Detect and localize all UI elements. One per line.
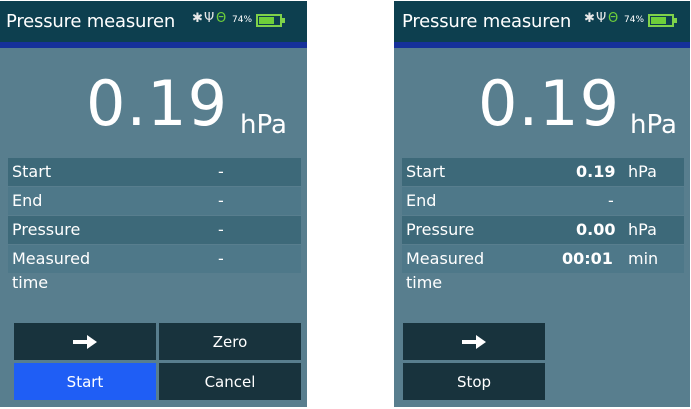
screen-title: Pressure measuren — [6, 11, 176, 32]
row-pressure: Pressure - — [8, 216, 301, 244]
row-start: Start 0.19 hPa — [402, 158, 684, 186]
row-label: Pressure — [406, 220, 475, 239]
row-start: Start - — [8, 158, 301, 186]
title-bar: Pressure measuren ✱ Ψ Θ 74% — [394, 1, 690, 48]
battery-fill — [651, 17, 666, 24]
cancel-button[interactable]: Cancel — [159, 363, 301, 400]
row-value: - — [218, 191, 224, 210]
row-unit: min — [628, 249, 659, 268]
screen-title: Pressure measuren — [402, 11, 572, 32]
row-unit: hPa — [628, 162, 657, 181]
row-value: - — [218, 249, 224, 268]
row-label: Measured — [12, 249, 91, 268]
usb-icon: Ψ — [204, 11, 215, 26]
usb-icon: Ψ — [596, 11, 607, 26]
battery-icon — [648, 14, 677, 27]
pressure-unit: hPa — [630, 110, 677, 140]
device-screen-idle: Pressure measuren ✱ Ψ Θ 74% 0.19 hPa Sta… — [0, 1, 307, 407]
charging-plug-icon: Θ — [216, 11, 227, 26]
row-unit: hPa — [628, 220, 657, 239]
row-measured-time: Measured - — [8, 245, 301, 273]
zero-button[interactable]: Zero — [159, 323, 301, 360]
device-screen-measuring: Pressure measuren ✱ Ψ Θ 74% 0.19 hPa Sta… — [394, 1, 690, 407]
row-measured-time: Measured 00:01 min — [402, 245, 684, 273]
row-value: - — [608, 191, 614, 210]
battery-fill — [259, 17, 274, 24]
bluetooth-icon: ✱ — [192, 11, 203, 26]
row-label-continuation: time — [12, 273, 49, 292]
row-label-continuation: time — [406, 273, 443, 292]
pressure-reading: 0.19 — [478, 67, 621, 140]
battery-percent: 74% — [232, 15, 253, 25]
next-arrow-button[interactable] — [403, 323, 545, 360]
next-arrow-button[interactable] — [14, 323, 156, 360]
row-end: End - — [402, 187, 684, 215]
row-label: Start — [406, 162, 446, 181]
battery-icon — [256, 14, 285, 27]
row-value: 0.00 — [576, 220, 616, 239]
pressure-unit: hPa — [240, 110, 287, 140]
row-label: End — [12, 191, 43, 210]
title-bar: Pressure measuren ✱ Ψ Θ 74% — [0, 1, 307, 48]
row-pressure: Pressure 0.00 hPa — [402, 216, 684, 244]
pressure-reading: 0.19 — [86, 67, 229, 140]
title-accent-bar — [0, 42, 307, 48]
charging-plug-icon: Θ — [608, 11, 619, 26]
row-label: Start — [12, 162, 52, 181]
stop-button[interactable]: Stop — [403, 363, 545, 400]
arrow-right-icon — [462, 334, 486, 349]
row-label: Pressure — [12, 220, 81, 239]
row-value: 00:01 — [562, 249, 613, 268]
arrow-right-icon — [73, 334, 97, 349]
bluetooth-icon: ✱ — [584, 11, 595, 26]
row-end: End - — [8, 187, 301, 215]
title-accent-bar — [394, 42, 690, 48]
row-value: - — [218, 220, 224, 239]
row-label: End — [406, 191, 437, 210]
row-value: - — [218, 162, 224, 181]
row-value: 0.19 — [576, 162, 616, 181]
start-button[interactable]: Start — [14, 363, 156, 400]
row-label: Measured — [406, 249, 485, 268]
battery-percent: 74% — [624, 15, 645, 25]
